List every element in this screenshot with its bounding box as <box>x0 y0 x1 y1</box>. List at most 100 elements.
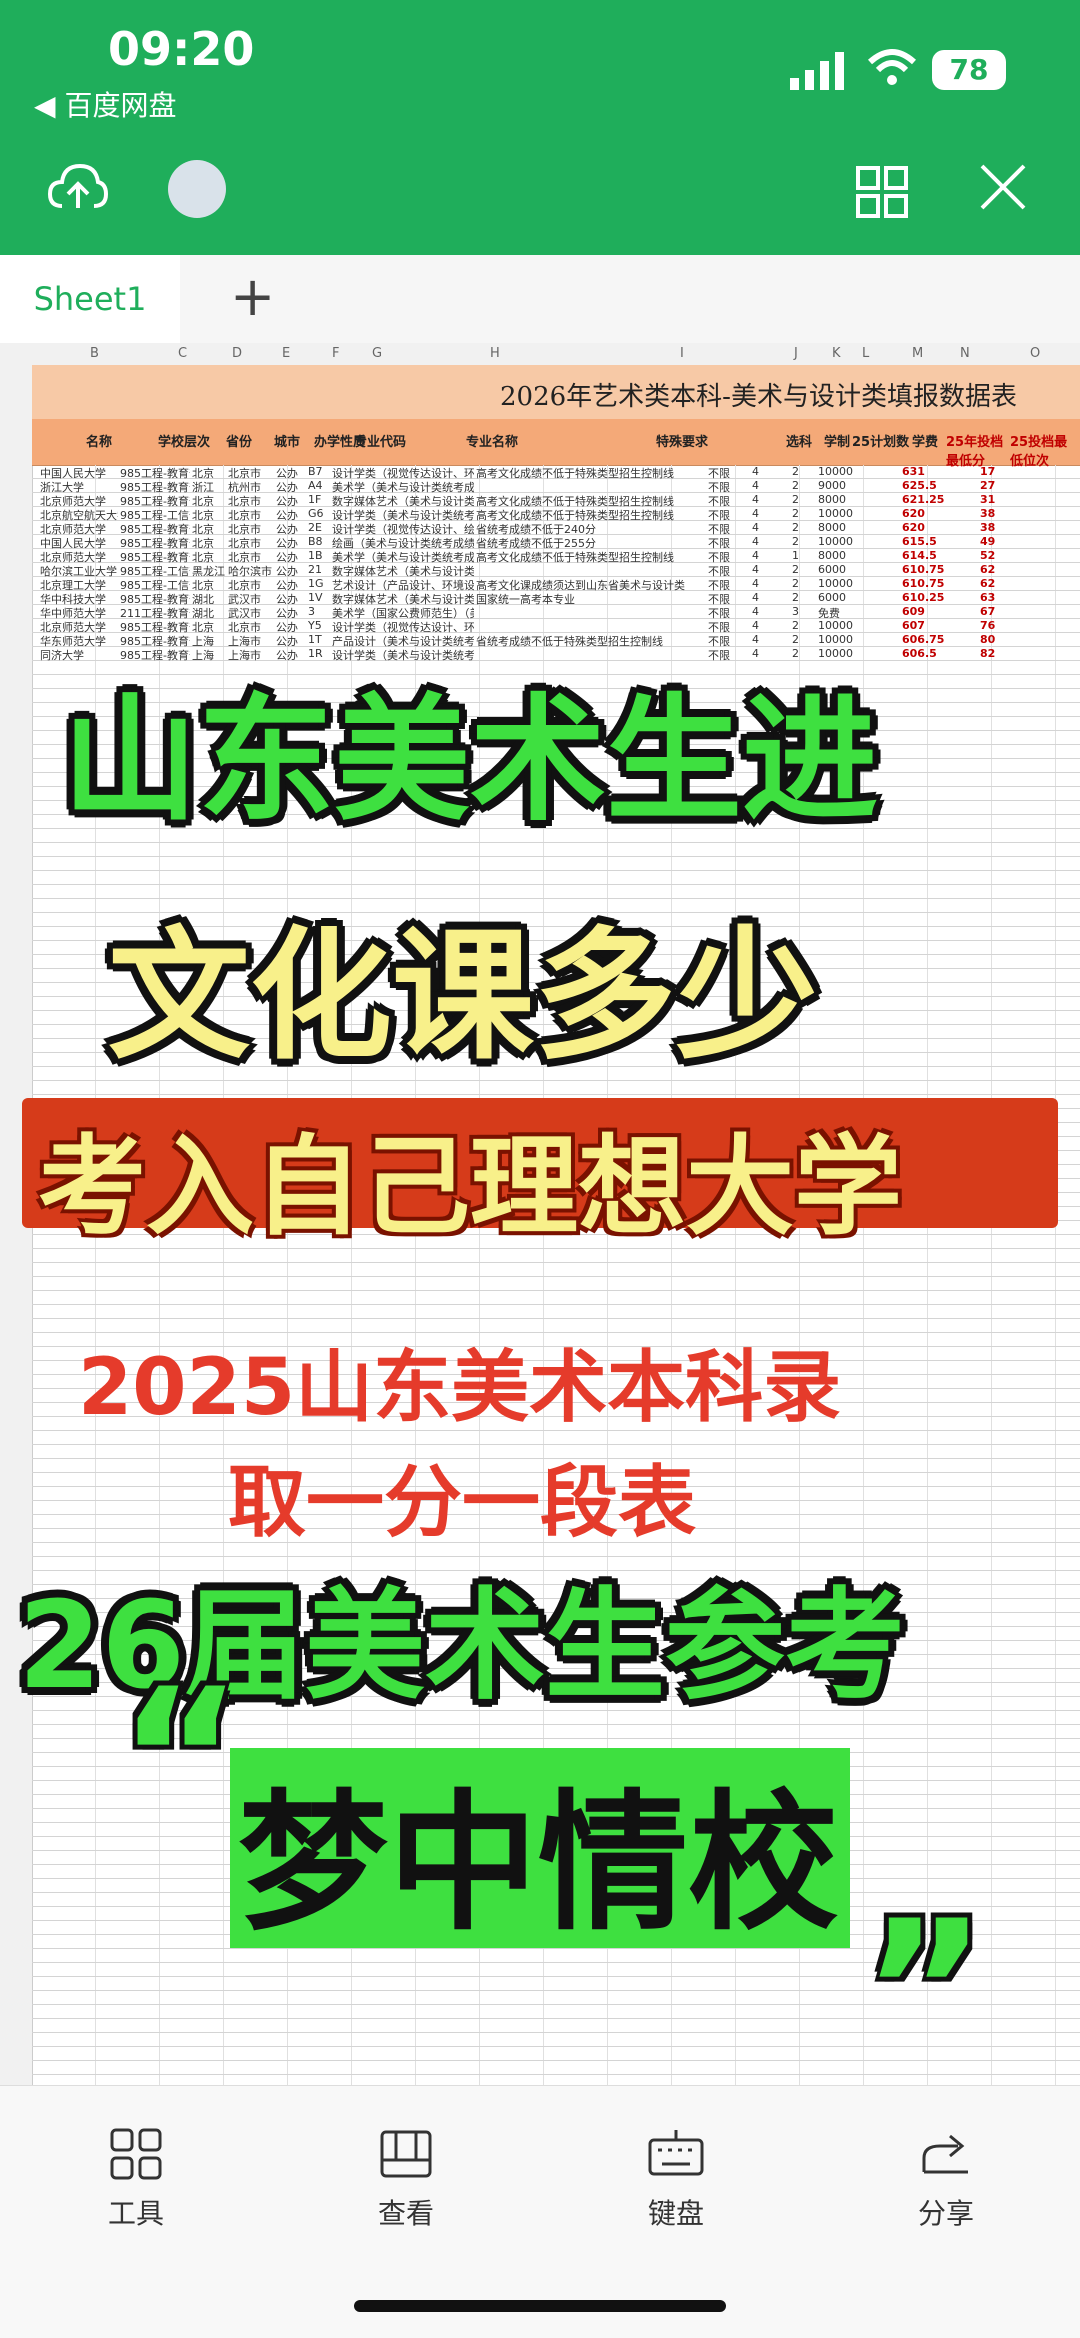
table-cell[interactable]: 4 <box>752 549 790 563</box>
table-cell[interactable]: 610.25 <box>902 591 978 605</box>
table-cell[interactable]: 609 <box>902 605 978 619</box>
table-cell[interactable]: 625.5 <box>902 479 978 493</box>
table-cell[interactable]: 610.75 <box>902 563 978 577</box>
table-cell[interactable]: 武汉市 <box>228 605 274 619</box>
table-cell[interactable]: 985工程-教育部 <box>120 521 190 535</box>
table-cell[interactable]: 985工程-教育部 <box>120 479 190 493</box>
table-cell[interactable]: 2 <box>792 563 816 577</box>
share-button[interactable]: 分享 <box>876 2126 1016 2232</box>
table-cell[interactable]: 4 <box>752 479 790 493</box>
table-cell[interactable]: 2 <box>792 521 816 535</box>
table-cell[interactable]: 省统考成绩不低于255分 <box>476 535 706 549</box>
table-cell[interactable]: 4 <box>752 465 790 479</box>
table-cell[interactable]: 北京市 <box>228 535 274 549</box>
table-cell[interactable]: 公办 <box>276 549 306 563</box>
table-cell[interactable]: 21 <box>308 563 330 577</box>
table-cell[interactable]: 38 <box>980 507 1040 521</box>
table-cell[interactable] <box>476 563 706 577</box>
table-cell[interactable]: 985工程-教育部 <box>120 591 190 605</box>
table-cell[interactable]: 公办 <box>276 535 306 549</box>
table-cell[interactable]: 62 <box>980 577 1040 591</box>
table-cell[interactable]: 北京师范大学 <box>40 619 118 633</box>
table-cell[interactable]: 607 <box>902 619 978 633</box>
close-icon[interactable] <box>978 162 1028 212</box>
view-button[interactable]: 查看 <box>336 2126 476 2232</box>
table-cell[interactable]: 北京 <box>192 465 226 479</box>
table-cell[interactable]: 高考文化成绩不低于特殊类型招生控制线 <box>476 507 706 521</box>
table-cell[interactable]: 1B <box>308 549 330 563</box>
table-cell[interactable]: 省统考成绩不低于特殊类型招生控制线 <box>476 633 706 647</box>
table-cell[interactable]: 北京师范大学 <box>40 549 118 563</box>
table-cell[interactable]: 北京师范大学 <box>40 521 118 535</box>
table-cell[interactable]: 不限 <box>708 549 750 563</box>
table-cell[interactable]: 北京 <box>192 521 226 535</box>
table-cell[interactable]: 615.5 <box>902 535 978 549</box>
table-cell[interactable]: 公办 <box>276 465 306 479</box>
table-cell[interactable]: 高考文化成绩不低于特殊类型招生控制线 <box>476 465 706 479</box>
table-cell[interactable]: 不限 <box>708 591 750 605</box>
table-cell[interactable]: 公办 <box>276 605 306 619</box>
table-cell[interactable]: 2E <box>308 521 330 535</box>
table-cell[interactable]: 985工程-教育部 <box>120 633 190 647</box>
table-cell[interactable]: G6 <box>308 507 330 521</box>
table-cell[interactable]: 1V <box>308 591 330 605</box>
table-cell[interactable]: 38 <box>980 521 1040 535</box>
table-cell[interactable]: 不限 <box>708 619 750 633</box>
table-cell[interactable]: 不限 <box>708 507 750 521</box>
table-cell[interactable] <box>476 605 706 619</box>
table-cell[interactable]: 4 <box>752 577 790 591</box>
table-cell[interactable]: 4 <box>752 605 790 619</box>
table-cell[interactable]: 10000 <box>818 577 900 591</box>
table-cell[interactable]: 华中师范大学 <box>40 605 118 619</box>
cloud-upload-icon[interactable] <box>48 160 108 214</box>
table-cell[interactable]: 免费 <box>818 605 900 619</box>
table-cell[interactable]: 2 <box>792 507 816 521</box>
table-cell[interactable]: 17 <box>980 465 1040 479</box>
table-cell[interactable]: 2 <box>792 591 816 605</box>
table-cell[interactable]: 北京 <box>192 549 226 563</box>
table-cell[interactable]: 不限 <box>708 605 750 619</box>
table-cell[interactable]: 985工程-教育部 <box>120 619 190 633</box>
table-cell[interactable]: 76 <box>980 619 1040 633</box>
table-cell[interactable]: 8000 <box>818 521 900 535</box>
table-cell[interactable]: 美术学（美术与设计类统考成绩） <box>332 549 474 563</box>
table-cell[interactable]: 不限 <box>708 521 750 535</box>
table-cell[interactable]: 北京 <box>192 577 226 591</box>
table-cell[interactable]: 62 <box>980 563 1040 577</box>
table-cell[interactable]: 上海市 <box>228 633 274 647</box>
table-cell[interactable]: 武汉市 <box>228 591 274 605</box>
table-cell[interactable]: 设计学类（视觉传达设计、环境设计、产品设计、公共艺术） <box>332 619 474 633</box>
table-cell[interactable]: 华东师范大学 <box>40 633 118 647</box>
table-cell[interactable]: 6000 <box>818 591 900 605</box>
table-cell[interactable]: 3 <box>308 605 330 619</box>
table-cell[interactable]: 620 <box>902 521 978 535</box>
table-cell[interactable]: 产品设计（美术与设计类统考成绩） <box>332 633 474 647</box>
table-cell[interactable]: 上海 <box>192 633 226 647</box>
table-cell[interactable]: 211工程-教育部 <box>120 605 190 619</box>
table-cell[interactable]: 6000 <box>818 563 900 577</box>
table-cell[interactable]: 杭州市 <box>228 479 274 493</box>
table-cell[interactable]: 不限 <box>708 493 750 507</box>
table-cell[interactable]: 数字媒体艺术（美术与设计类统考成绩） <box>332 493 474 507</box>
table-cell[interactable]: 985工程-工信部 <box>120 563 190 577</box>
table-cell[interactable]: 985工程-教育部 <box>120 465 190 479</box>
table-cell[interactable]: 614.5 <box>902 549 978 563</box>
table-cell[interactable]: 设计学类（视觉传达设计、绘画） <box>332 521 474 535</box>
table-cell[interactable]: 610.75 <box>902 577 978 591</box>
table-cell[interactable]: 艺术设计（产品设计、环境设计、视觉传达设计） <box>332 577 474 591</box>
table-cell[interactable]: 北京市 <box>228 507 274 521</box>
table-cell[interactable]: B8 <box>308 535 330 549</box>
table-cell[interactable]: 公办 <box>276 479 306 493</box>
table-cell[interactable]: 985工程-教育部 <box>120 493 190 507</box>
table-cell[interactable]: 4 <box>752 563 790 577</box>
table-cell[interactable]: 浙江大学 <box>40 479 118 493</box>
table-cell[interactable]: 4 <box>752 521 790 535</box>
table-cell[interactable]: 606.5 <box>902 647 978 661</box>
table-cell[interactable]: 1T <box>308 633 330 647</box>
table-cell[interactable]: 浙江 <box>192 479 226 493</box>
table-cell[interactable]: Y5 <box>308 619 330 633</box>
table-cell[interactable]: 4 <box>752 591 790 605</box>
table-cell[interactable]: 北京 <box>192 619 226 633</box>
table-cell[interactable]: 设计学类（视觉传达设计、环境设计） <box>332 465 474 479</box>
table-cell[interactable]: 不限 <box>708 563 750 577</box>
